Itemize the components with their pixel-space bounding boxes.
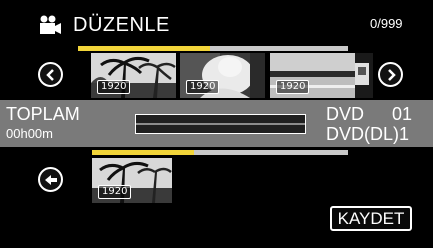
thumbnail-partial[interactable] (355, 53, 373, 98)
dvd-label: DVD (326, 104, 365, 124)
resolution-badge: 1920 (98, 185, 132, 199)
arrow-left-circle-icon (44, 174, 57, 185)
resolution-badge: 1920 (97, 80, 131, 94)
thumbnail-lake[interactable]: 1920 (270, 53, 355, 98)
save-button[interactable]: KAYDET (330, 206, 412, 231)
thumbnail-palm-trees[interactable]: 1920 (91, 53, 176, 98)
total-duration: 00h00m (6, 126, 53, 141)
disc-capacity-bar (135, 114, 306, 134)
total-label: TOPLAM (6, 104, 80, 124)
strip-progress-bar (78, 46, 348, 51)
resolution-badge: 1920 (276, 80, 310, 94)
selection-progress-fill (92, 150, 195, 155)
dvd-dl-label: DVD(DL)1 (326, 124, 410, 144)
capacity-divider (136, 123, 305, 125)
resolution-badge: 1920 (186, 80, 220, 94)
video-camera-icon (38, 14, 62, 38)
chevron-left-icon (45, 68, 54, 81)
selected-thumbnail[interactable]: 1920 (92, 158, 172, 203)
remove-clip-button[interactable] (38, 167, 63, 192)
selection-progress-bar (92, 150, 348, 155)
dvd-count: 01 (392, 104, 413, 124)
thumbnail-portrait[interactable]: 1920 (180, 53, 265, 98)
clip-counter: 0/999 (370, 16, 403, 31)
previous-button[interactable] (38, 62, 63, 87)
page-title: DÜZENLE (73, 14, 170, 36)
chevron-right-icon (387, 68, 396, 81)
next-button[interactable] (378, 62, 403, 87)
strip-progress-fill (78, 46, 211, 51)
